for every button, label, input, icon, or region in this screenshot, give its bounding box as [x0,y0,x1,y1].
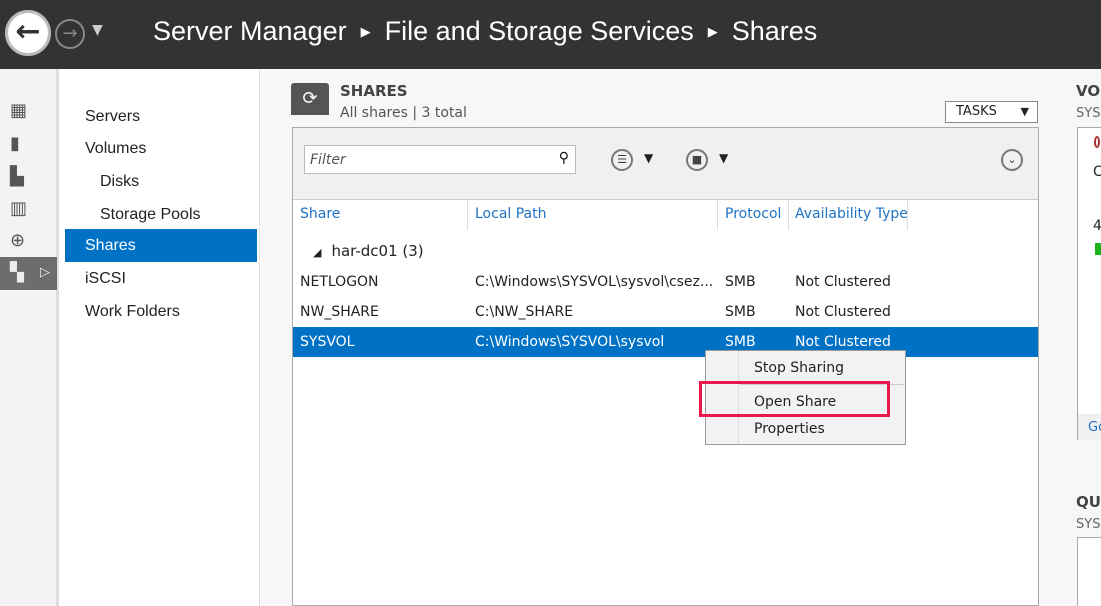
shares-folder-icon: ⟳ [291,83,329,115]
table-row[interactable]: NETLOGON C:\Windows\SYSVOL\sysvol\csez..… [293,267,1038,297]
breadcrumb-shares: Shares [732,16,818,47]
chevron-right-icon: ▶ [708,24,718,40]
col-local-path[interactable]: Local Path [475,206,547,222]
chevron-right-icon: ▶ [361,24,371,40]
nav-disks[interactable]: Disks [65,165,257,198]
file-storage-icon[interactable]: ▚ [10,263,32,283]
nav-volumes[interactable]: Volumes [65,132,257,165]
list-view-icon[interactable]: ☰ [611,149,633,171]
all-servers-icon[interactable]: ▙ [10,167,32,187]
quota-subtitle: SYS [1076,517,1100,532]
volume-subtitle: SYS [1076,106,1100,121]
shares-table: Filter ⚲ ☰ ▼ ■ ▼ ⌄ Share Local Path Proto… [292,127,1039,606]
chevron-down-icon: ▼ [1021,102,1029,122]
go-link[interactable]: Go [1078,414,1101,440]
expand-chevron-icon[interactable]: ⌄ [1001,149,1023,171]
volume-panel: VO SYS C 4 Go QU SYS [1061,69,1101,606]
expand-icon[interactable]: ▷ [40,263,62,283]
cell-share: NETLOGON [300,267,379,297]
cell-share: NW_SHARE [300,297,379,327]
table-row-selected[interactable]: SYSVOL C:\Windows\SYSVOL\sysvol SMB Not … [293,327,1038,357]
table-row[interactable]: NW_SHARE C:\NW_SHARE SMB Not Clustered [293,297,1038,327]
section-title: SHARES [340,82,408,100]
back-button[interactable]: ← [5,10,51,56]
group-label: har-dc01 (3) [331,242,423,260]
cell-path: C:\NW_SHARE [475,297,573,327]
menu-properties[interactable]: Properties [754,421,825,437]
cell-share: SYSVOL [300,327,354,357]
quota-title: QU [1076,493,1101,511]
group-header[interactable]: ◢ har-dc01 (3) [313,242,424,260]
table-toolbar: Filter ⚲ ☰ ▼ ■ ▼ ⌄ [293,128,1038,200]
col-protocol[interactable]: Protocol [725,206,781,222]
quota-box [1077,537,1101,606]
save-dropdown-icon[interactable]: ▼ [719,151,728,165]
nav-iscsi[interactable]: iSCSI [65,262,257,295]
breadcrumb: Server Manager ▶ File and Storage Servic… [153,16,817,47]
menu-stop-sharing[interactable]: Stop Sharing [754,360,844,376]
nav-panel: Servers Volumes Disks Storage Pools Shar… [62,69,260,606]
breadcrumb-server-manager[interactable]: Server Manager [153,16,347,47]
filter-input[interactable]: Filter ⚲ [304,145,576,174]
nav-storage-pools[interactable]: Storage Pools [65,198,257,231]
divider [788,200,789,230]
collapse-triangle-icon[interactable]: ◢ [313,246,321,259]
nav-work-folders[interactable]: Work Folders [65,295,257,328]
cell-availability: Not Clustered [795,267,891,297]
volume-box: C 4 Go [1077,127,1101,440]
title-bar: ← → ▼ Server Manager ▶ File and Storage … [0,0,1101,69]
divider [907,200,908,230]
ad-ds-icon[interactable]: ▥ [10,199,32,219]
list-dropdown-icon[interactable]: ▼ [644,151,653,165]
capacity-bar [1095,243,1101,255]
divider [467,200,468,230]
nav-servers[interactable]: Servers [65,100,257,133]
section-subtitle: All shares | 3 total [340,105,467,121]
nav-shares[interactable]: Shares [65,229,257,262]
dashboard-icon[interactable]: ▦ [10,101,32,121]
cell-protocol: SMB [725,297,756,327]
tasks-button[interactable]: TASKS ▼ [945,101,1038,123]
history-dropdown-icon[interactable]: ▼ [92,22,103,38]
volume-title: VO [1076,82,1100,100]
col-share[interactable]: Share [300,206,340,222]
volume-label: C [1093,164,1101,180]
forward-button[interactable]: → [55,19,85,49]
shares-section: ⟳ SHARES All shares | 3 total TASKS ▼ Fil… [261,69,1061,606]
cell-path: C:\Windows\SYSVOL\sysvol [475,327,664,357]
volume-icon [1094,136,1100,148]
cell-path: C:\Windows\SYSVOL\sysvol\csez... [475,267,713,297]
dns-icon[interactable]: ⊕ [10,231,32,251]
save-icon[interactable]: ■ [686,149,708,171]
tasks-label: TASKS [956,104,997,119]
col-availability[interactable]: Availability Type [795,206,908,222]
cell-availability: Not Clustered [795,297,891,327]
breadcrumb-file-storage[interactable]: File and Storage Services [385,16,694,47]
column-headers: Share Local Path Protocol Availability T… [293,200,1038,230]
local-server-icon[interactable]: ▮ [10,134,32,154]
filter-placeholder: Filter [310,152,346,168]
icon-sidebar: ▦ ▮ ▙ ▥ ⊕ ▚ ▷ [0,69,59,606]
highlight-box [699,381,890,417]
divider [717,200,718,230]
search-icon[interactable]: ⚲ [559,150,569,166]
cell-protocol: SMB [725,267,756,297]
capacity-text: 4 [1093,218,1101,234]
